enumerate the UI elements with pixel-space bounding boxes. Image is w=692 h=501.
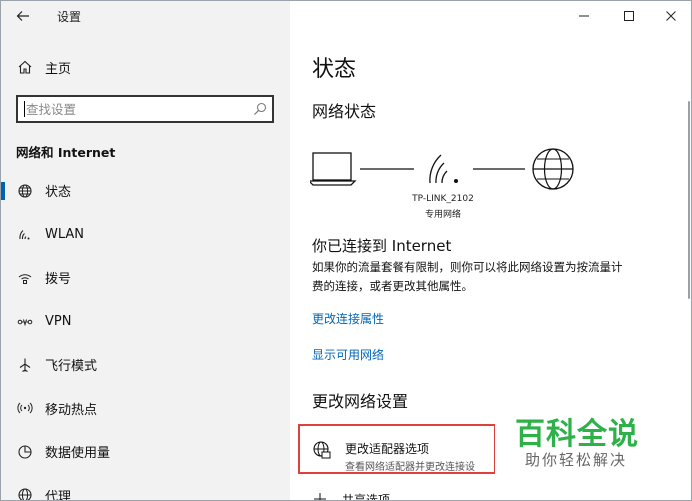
internet-globe-icon [532,148,574,190]
section-title: 网络和 Internet [16,145,116,160]
watermark-subtitle: 助你轻松解决 [525,451,628,469]
sidebar-item-dialup[interactable]: 拨号 [1,256,290,300]
sidebar-nav: 状态 WLAN 拨号 VPN 飞行模式 移动热点 数据使用量 代理 [1,169,290,501]
network-type: 专用网络 [424,210,461,220]
change-connection-properties-link[interactable]: 更改连接属性 [312,310,384,327]
watermark-title: 百科全说 [515,417,639,452]
wifi-icon [19,230,30,240]
vpn-icon [17,319,33,327]
data-usage-icon [18,445,32,459]
text-caret [24,101,25,117]
globe-icon [18,488,32,500]
sidebar-item-hotspot[interactable]: 移动热点 [1,387,290,431]
network-name: TP-LINK_2102 [412,194,474,204]
search-input[interactable] [18,97,248,121]
sidebar-item-label: 拨号 [45,272,72,288]
sidebar-item-data-usage[interactable]: 数据使用量 [1,430,290,474]
sidebar-item-label: 飞行模式 [45,359,98,375]
laptop-icon [310,152,357,186]
sidebar: 设置 主页 网络和 Internet 状态 WLAN 拨号 [1,1,290,501]
search-box[interactable] [16,95,274,123]
sidebar-item-home[interactable]: 主页 [17,57,71,77]
sidebar-item-proxy[interactable]: 代理 [1,474,290,501]
network-status-heading: 网络状态 [312,102,377,121]
close-button[interactable] [657,5,685,27]
dialup-icon [18,273,32,284]
sharing-icon [314,493,326,500]
sidebar-item-vpn[interactable]: VPN [1,300,290,344]
page-title: 状态 [312,57,357,82]
back-button[interactable] [11,5,35,27]
connected-description: 如果你的流量套餐有限制，则你可以将此网络设置为按流量计 费的连接，或者更改其他属… [312,258,674,296]
sharing-options-item[interactable]: 共享选项 [312,489,391,501]
connected-heading: 你已连接到 Internet [312,237,452,255]
adapter-option-title: 更改适配器选项 [345,442,430,456]
window-title: 设置 [57,10,82,24]
sidebar-item-label: WLAN [45,226,85,242]
sidebar-item-label: 移动热点 [45,402,98,418]
sidebar-item-label: 主页 [45,61,72,77]
search-icon[interactable] [252,101,268,117]
minimize-button[interactable] [570,5,598,27]
wifi-signal-icon [429,154,458,184]
close-icon [666,11,676,21]
maximize-button[interactable] [615,5,643,27]
connected-description-line: 如果你的流量套餐有限制，则你可以将此网络设置为按流量计 [312,260,623,274]
minimize-icon [579,15,589,17]
home-globe-icon [18,184,32,198]
scrollbar[interactable] [688,101,690,299]
sidebar-item-label: VPN [45,313,72,329]
sidebar-item-airplane-mode[interactable]: 飞行模式 [1,343,290,387]
watermark: 百科全说 助你轻松解决 [495,407,655,475]
adapter-globe-icon [313,441,331,459]
home-icon [18,60,32,74]
show-available-networks-link[interactable]: 显示可用网络 [312,346,384,363]
sidebar-item-label: 状态 [45,185,72,201]
change-network-settings-heading: 更改网络设置 [312,392,409,411]
settings-window: 设置 主页 网络和 Internet 状态 WLAN 拨号 [0,0,692,501]
arrow-left-icon [16,11,29,21]
hotspot-icon [17,402,33,414]
maximize-icon [624,11,634,21]
sidebar-item-wlan[interactable]: WLAN [1,213,290,257]
sharing-option-title: 共享选项 [342,492,391,501]
connected-description-line: 费的连接，或者更改其他属性。 [312,279,473,293]
adapter-option-subtitle: 查看网络适配器并更改连接设 [345,462,475,473]
sidebar-item-status[interactable]: 状态 [1,169,290,213]
change-adapter-options-item[interactable]: 更改适配器选项 查看网络适配器并更改连接设 [298,424,496,474]
sidebar-item-label: 数据使用量 [45,446,111,462]
airplane-icon [19,358,31,372]
sidebar-item-label: 代理 [45,489,72,501]
